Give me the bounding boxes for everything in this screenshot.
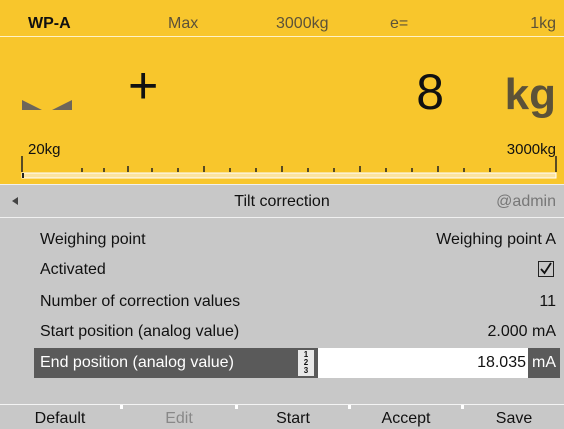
accept-softkey[interactable]: Accept (351, 405, 461, 429)
max-label: Max (168, 15, 199, 32)
menu-row-start-position[interactable]: Start position (analog value) 2.000 mA (0, 317, 564, 347)
weight-unit: kg (504, 70, 556, 119)
row-value: 11 (539, 293, 556, 310)
end-position-input[interactable]: 18.035 (318, 348, 528, 378)
weight-value: 8 (416, 64, 444, 120)
logged-in-user: @admin (496, 193, 556, 210)
row-label: Number of correction values (40, 293, 241, 310)
menu-title: Tilt correction (234, 193, 330, 210)
numeric-input-icon: 1 2 3 (298, 350, 314, 376)
scale-division: 1kg (530, 15, 556, 32)
max-capacity: 3000kg (276, 15, 329, 32)
menu-row-weighing-point[interactable]: Weighing point Weighing point A (0, 225, 564, 255)
menu-row-activated[interactable]: Activated (0, 255, 564, 285)
checkbox-checked-icon[interactable] (538, 261, 554, 277)
row-label: Start position (analog value) (40, 323, 240, 340)
zero-triangles-icon (22, 100, 72, 110)
end-position-unit: mA (532, 354, 556, 371)
numpad-digit: 3 (303, 366, 309, 375)
start-softkey[interactable]: Start (238, 405, 348, 429)
weight-display: WP-A Max 3000kg e= 1kg + 8 kg 20kg 3000k… (0, 0, 564, 184)
row-label: Activated (40, 261, 106, 278)
row-label: End position (analog value) (40, 354, 234, 371)
edit-softkey[interactable]: Edit (123, 405, 235, 429)
softkey-bar: Default Edit Start Accept Save (0, 404, 564, 429)
save-softkey[interactable]: Save (464, 405, 564, 429)
menu-header: Tilt correction @admin (0, 184, 564, 218)
menu-row-end-position[interactable]: End position (analog value) 1 2 3 18.035… (0, 348, 564, 378)
menu-row-correction-count[interactable]: Number of correction values 11 (0, 287, 564, 317)
row-label: Weighing point (40, 231, 146, 248)
row-value: Weighing point A (436, 231, 556, 248)
default-softkey[interactable]: Default (0, 405, 120, 429)
e-label: e= (390, 15, 409, 32)
weighing-range-scale (21, 156, 557, 179)
weighing-point-name: WP-A (28, 15, 71, 32)
topbar-divider (0, 36, 564, 37)
row-value: 2.000 mA (487, 323, 556, 340)
weight-sign: + (128, 57, 159, 115)
display-topbar: WP-A Max 3000kg e= 1kg (0, 0, 564, 36)
end-position-value: 18.035 (477, 354, 526, 371)
